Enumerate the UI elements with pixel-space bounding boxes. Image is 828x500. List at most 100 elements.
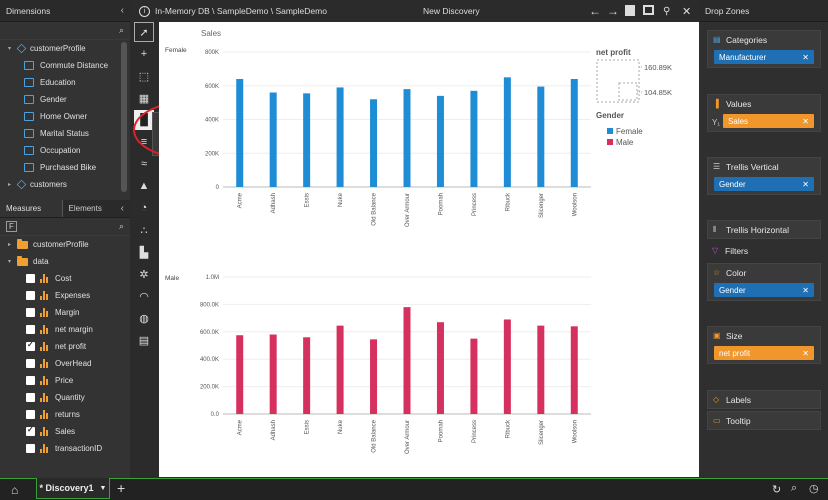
- pie-chart-icon[interactable]: ◔: [134, 198, 154, 218]
- pill-gender-color[interactable]: Gender ✕: [714, 283, 814, 297]
- close-icon[interactable]: ✕: [682, 5, 691, 18]
- remove-icon[interactable]: ✕: [802, 349, 809, 358]
- measure-item[interactable]: Price: [0, 372, 130, 389]
- dimension-item[interactable]: Marital Status: [0, 125, 130, 142]
- female-bar: [470, 90, 478, 187]
- settings-icon[interactable]: ⚲: [663, 6, 670, 17]
- dropzone-trellis-vertical[interactable]: ☰ Trellis Vertical Gender ✕: [707, 157, 821, 195]
- tree-root-customers[interactable]: ▸ customers: [0, 176, 130, 193]
- search-icon[interactable]: ⌕: [791, 482, 797, 495]
- dropzone-categories[interactable]: ▤ Categories Manufacturer ✕: [707, 30, 821, 68]
- remove-icon[interactable]: ✕: [802, 286, 809, 295]
- expanded-icon[interactable]: ▾: [8, 258, 17, 265]
- dimension-item[interactable]: Purchased Bike: [0, 159, 130, 176]
- dimension-item[interactable]: Education: [0, 74, 130, 91]
- formula-icon[interactable]: F: [6, 221, 17, 232]
- scatter-chart-icon[interactable]: ∴: [134, 220, 154, 240]
- male-bar: [570, 326, 578, 414]
- add-tab-button[interactable]: +: [117, 480, 125, 496]
- folder-icon: [17, 238, 28, 249]
- tab-dropdown-icon[interactable]: ▼: [100, 485, 107, 492]
- dimension-item[interactable]: Gender: [0, 91, 130, 108]
- timer-icon[interactable]: ◷: [809, 482, 819, 495]
- tab-elements[interactable]: Elements ‹: [61, 200, 131, 217]
- female-category-label: Ribuck: [505, 192, 511, 211]
- remove-icon[interactable]: ✕: [802, 117, 809, 126]
- trellis-bar-chart[interactable]: Sales Female Male 0 200K 400K 600K 800K Acme A…: [159, 22, 699, 477]
- expanded-icon[interactable]: ▾: [8, 45, 17, 52]
- dropzone-tooltip[interactable]: ▭ Tooltip: [707, 411, 821, 430]
- measure-item[interactable]: returns: [0, 406, 130, 423]
- collapse-left-icon[interactable]: ‹: [121, 203, 124, 214]
- search-icon[interactable]: ⌕: [119, 25, 124, 36]
- info-icon[interactable]: i: [139, 5, 150, 17]
- pill-net-profit[interactable]: net profit ✕: [714, 346, 814, 360]
- tree-root-customerprofile[interactable]: ▾ customerProfile: [0, 40, 130, 57]
- refresh-icon[interactable]: ↻: [772, 483, 781, 496]
- dimension-item[interactable]: Home Owner: [0, 108, 130, 125]
- measure-checkbox[interactable]: [26, 410, 35, 419]
- measure-item[interactable]: net profit: [0, 338, 130, 355]
- search-icon[interactable]: ⌕: [119, 221, 124, 232]
- remove-icon[interactable]: ✕: [802, 180, 809, 189]
- measure-item[interactable]: Cost: [0, 270, 130, 287]
- print-icon[interactable]: [643, 5, 654, 15]
- area-chart-icon[interactable]: ▲: [134, 176, 154, 196]
- tab-measures[interactable]: Measures: [0, 200, 62, 217]
- measure-group-data[interactable]: ▾ data: [0, 253, 130, 270]
- measure-item[interactable]: transactionID: [0, 440, 130, 457]
- redo-icon[interactable]: →: [607, 4, 619, 18]
- pan-tool-icon[interactable]: +: [134, 44, 154, 64]
- tab-discovery1[interactable]: * Discovery1 ▼: [36, 478, 110, 499]
- measure-checkbox[interactable]: [26, 291, 35, 300]
- measure-checkbox[interactable]: [26, 340, 35, 351]
- dropzone-color[interactable]: ☆ Color Gender ✕: [707, 263, 821, 301]
- dimensions-scrollbar[interactable]: [121, 42, 127, 192]
- network-icon[interactable]: ✲: [134, 264, 154, 284]
- measure-item[interactable]: OverHead: [0, 355, 130, 372]
- measure-group-customerprofile[interactable]: ▸ customerProfile: [0, 236, 130, 253]
- measure-checkbox[interactable]: [26, 308, 35, 317]
- pill-gender-trellis[interactable]: Gender ✕: [714, 177, 814, 191]
- measure-checkbox[interactable]: [26, 274, 35, 283]
- dimensions-title: Dimensions: [6, 5, 51, 16]
- home-icon[interactable]: ⌂: [11, 483, 18, 497]
- female-category-label: Slicenger: [539, 193, 545, 218]
- measure-item[interactable]: Expenses: [0, 287, 130, 304]
- save-icon[interactable]: [625, 5, 635, 16]
- male-tick-label: 0.0: [211, 412, 220, 418]
- pointer-tool-icon[interactable]: ➚: [134, 22, 154, 42]
- dropzone-size[interactable]: ▣ Size net profit ✕: [707, 326, 821, 364]
- table-icon[interactable]: ▤: [134, 330, 154, 350]
- collapsed-icon[interactable]: ▸: [8, 241, 17, 248]
- measure-item[interactable]: Quantity: [0, 389, 130, 406]
- pill-manufacturer[interactable]: Manufacturer ✕: [714, 50, 814, 64]
- dropzone-filters[interactable]: ▽ Filters: [707, 242, 821, 261]
- collapse-left-icon[interactable]: ‹: [121, 5, 124, 16]
- collapsed-icon[interactable]: ▸: [8, 181, 17, 188]
- dropzone-values[interactable]: ▐ Values Y₁ Sales ✕: [707, 94, 821, 132]
- measure-checkbox[interactable]: [26, 425, 35, 436]
- grid-tool-icon[interactable]: ▦: [134, 88, 154, 108]
- select-tool-icon[interactable]: ⬚: [134, 66, 154, 86]
- pill-sales[interactable]: Sales ✕: [723, 114, 814, 128]
- dropzone-trellis-horizontal[interactable]: ⦀ Trellis Horizontal: [707, 220, 821, 239]
- dimension-item[interactable]: Commute Distance: [0, 57, 130, 74]
- measure-item[interactable]: net margin: [0, 321, 130, 338]
- dimension-item[interactable]: Occupation: [0, 142, 130, 159]
- measure-checkbox[interactable]: [26, 376, 35, 385]
- measure-checkbox[interactable]: [26, 444, 35, 453]
- measure-checkbox[interactable]: [26, 359, 35, 368]
- gauge-icon[interactable]: ◠: [134, 286, 154, 306]
- treemap-icon[interactable]: ▙: [134, 242, 154, 262]
- map-icon[interactable]: ◍: [134, 308, 154, 328]
- measure-checkbox[interactable]: [26, 325, 35, 334]
- remove-icon[interactable]: ✕: [802, 53, 809, 62]
- measure-checkbox[interactable]: [26, 393, 35, 402]
- dropzone-labels[interactable]: ◇ Labels: [707, 390, 821, 409]
- undo-icon[interactable]: ←: [589, 4, 601, 18]
- male-category-label: Acme: [238, 419, 244, 435]
- line-chart-icon[interactable]: ≈: [134, 154, 154, 174]
- measure-item[interactable]: Margin: [0, 304, 130, 321]
- measure-item[interactable]: Sales: [0, 423, 130, 440]
